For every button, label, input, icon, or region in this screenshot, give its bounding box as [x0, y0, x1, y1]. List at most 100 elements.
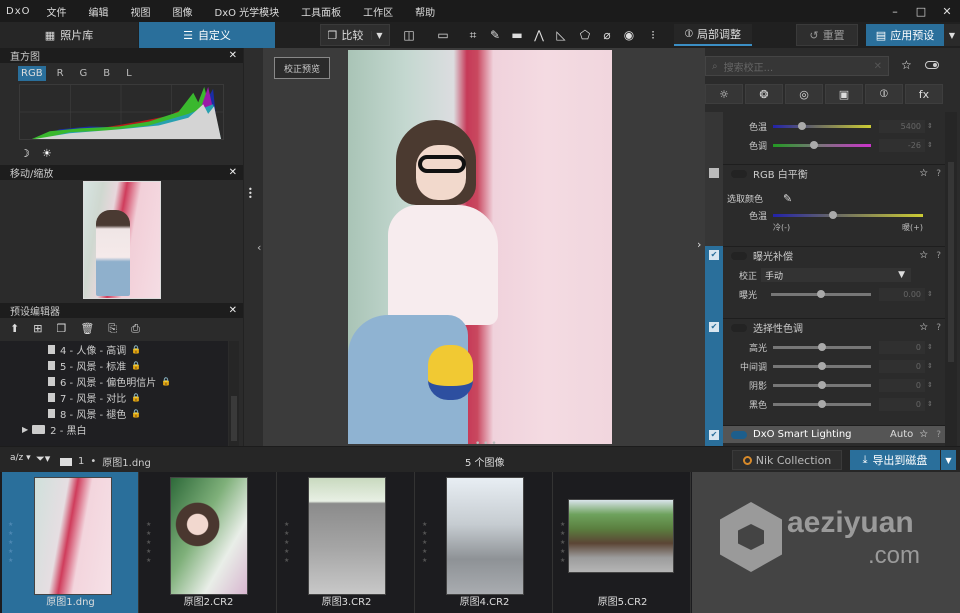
film-thumbnail[interactable]: ★ ★ ★ ★ ★ 原图1.dng	[2, 472, 139, 613]
spinner-icon[interactable]: ⇕	[927, 362, 933, 370]
new-preset-icon[interactable]: ⬆	[10, 322, 19, 336]
selective-tone-checkbox[interactable]: ✔	[709, 322, 719, 332]
channel-l[interactable]: L	[123, 66, 135, 81]
fx-icon[interactable]: fx	[905, 84, 943, 104]
compare-button[interactable]: ❐ 比较 ▼	[320, 24, 390, 46]
horizon-icon[interactable]: ▬	[508, 26, 526, 44]
slider-knob[interactable]	[817, 289, 825, 298]
slider-knob[interactable]	[829, 210, 837, 219]
geometry-icon[interactable]: ▣	[825, 84, 863, 104]
film-thumbnail[interactable]: ★ ★ ★ ★ ★ 原图3.CR2	[278, 472, 415, 613]
exposure-mode-dropdown[interactable]: 手动 ▼	[761, 268, 911, 282]
close-icon[interactable]: ✕	[229, 305, 237, 316]
channel-r[interactable]: R	[54, 66, 67, 81]
film-thumbnail[interactable]: ★ ★ ★ ★ ★ 原图5.CR2	[554, 472, 691, 613]
rating-stars[interactable]: ★ ★ ★ ★ ★	[146, 520, 151, 565]
temperature-slider[interactable]	[773, 121, 871, 130]
highlights-value[interactable]: 0	[879, 340, 925, 354]
slider-knob[interactable]	[798, 121, 807, 130]
help-icon[interactable]: ?	[936, 323, 941, 333]
favorites-star-icon[interactable]: ☆	[901, 58, 912, 72]
corrections-scrollbar[interactable]	[945, 112, 957, 446]
nik-collection-button[interactable]: Nik Collection	[732, 450, 842, 470]
menu-help[interactable]: 帮助	[415, 4, 435, 19]
sort-icon[interactable]: a/z ▾	[10, 453, 31, 463]
preset-item[interactable]: 7 - 风景 - 对比 🔒	[0, 389, 228, 405]
perspective-4pt-icon[interactable]: ◺	[552, 26, 570, 44]
toggle-switch[interactable]	[731, 251, 747, 260]
film-thumbnail[interactable]: ★ ★ ★ ★ ★ 原图2.CR2	[140, 472, 277, 613]
right-panel-splitter[interactable]: ›	[697, 48, 705, 446]
midtones-slider[interactable]	[773, 361, 871, 370]
tab-customize[interactable]: ☰ 自定义	[139, 22, 275, 48]
menu-workspace[interactable]: 工作区	[363, 4, 393, 19]
film-thumbnail[interactable]: ★ ★ ★ ★ ★ 原图4.CR2	[416, 472, 553, 613]
spinner-icon[interactable]: ⇕	[927, 381, 933, 389]
eyedropper-icon[interactable]: ✎	[486, 26, 504, 44]
channel-rgb[interactable]: RGB	[18, 66, 46, 81]
spinner-icon[interactable]: ⇕	[927, 122, 933, 130]
exposure-checkbox[interactable]: ✔	[709, 250, 719, 260]
export-to-disk-button[interactable]: ⤓ 导出到磁盘	[850, 450, 940, 470]
rgb-wb-header[interactable]: RGB 白平衡 ☆ ?	[723, 164, 945, 182]
main-photo[interactable]	[348, 50, 612, 444]
blacks-slider[interactable]	[773, 399, 871, 408]
correction-preview-button[interactable]: 校正预览	[274, 57, 330, 79]
sun-icon[interactable]: ☀	[42, 147, 52, 160]
shadows-slider[interactable]	[773, 380, 871, 389]
midtones-value[interactable]: 0	[879, 359, 925, 373]
chevron-right-icon[interactable]: ›	[697, 238, 701, 251]
spinner-icon[interactable]: ⇕	[927, 290, 933, 298]
chevron-left-icon[interactable]: ‹	[257, 241, 261, 254]
expand-arrow-icon[interactable]: ▶	[22, 425, 28, 434]
tint-value[interactable]: -26	[879, 138, 925, 152]
maximize-button[interactable]: □	[908, 5, 934, 18]
rgb-temp-slider[interactable]	[773, 210, 923, 219]
close-icon[interactable]: ✕	[229, 50, 237, 61]
menu-palettes[interactable]: 工具面板	[301, 4, 341, 19]
import-icon[interactable]: ⎘	[108, 322, 117, 336]
preset-item[interactable]: 4 - 人像 - 高调 🔒	[0, 341, 228, 357]
search-input[interactable]: ⌕ 搜索校正... ✕	[705, 56, 889, 76]
slider-knob[interactable]	[810, 140, 819, 149]
apply-preset-button[interactable]: ▤ 应用预设	[866, 24, 944, 46]
help-icon[interactable]: ?	[936, 251, 941, 261]
spinner-icon[interactable]: ⇕	[927, 400, 933, 408]
slider-knob[interactable]	[818, 399, 826, 408]
local-adjustments-button[interactable]: ⦶ 局部调整	[674, 24, 752, 46]
minimize-button[interactable]: –	[882, 5, 908, 18]
preset-folder[interactable]: ▶ 2 - 黑白	[0, 421, 228, 437]
preset-item[interactable]: 5 - 风景 - 标准 🔒	[0, 357, 228, 373]
local-icon[interactable]: ⦶	[865, 84, 903, 104]
smart-lighting-checkbox[interactable]: ✔	[709, 430, 719, 440]
eyedropper-icon[interactable]: ✎	[783, 192, 792, 205]
color-icon[interactable]: ❂	[745, 84, 783, 104]
drag-handle-icon[interactable]: • • •	[248, 186, 253, 202]
highlights-slider[interactable]	[773, 342, 871, 351]
spinner-icon[interactable]: ⇕	[927, 343, 933, 351]
duplicate-icon[interactable]: ❐	[56, 322, 66, 336]
moon-icon[interactable]: ☽	[20, 147, 30, 160]
toggle-switch[interactable]	[925, 61, 939, 69]
menu-view[interactable]: 视图	[131, 4, 151, 19]
new-preset-from-settings-icon[interactable]: ⊞	[33, 322, 42, 336]
tint-slider[interactable]	[773, 140, 871, 149]
help-icon[interactable]: ?	[936, 169, 941, 179]
navigator-thumbnail[interactable]	[83, 181, 161, 299]
filter-icon[interactable]: ⏷▾	[36, 452, 50, 466]
preset-tree-scrollbar[interactable]	[229, 341, 239, 446]
menu-edit[interactable]: 编辑	[89, 4, 109, 19]
delete-icon[interactable]: 🗑	[80, 322, 94, 336]
exposure-value[interactable]: 0.00	[879, 287, 925, 301]
toggle-switch[interactable]	[731, 430, 747, 439]
crop-icon[interactable]: ⌗	[464, 26, 482, 44]
export-dropdown[interactable]: ▼	[941, 450, 956, 470]
toggle-switch[interactable]	[731, 323, 747, 332]
slider-knob[interactable]	[818, 342, 826, 351]
menu-optics[interactable]: DxO 光学模块	[215, 4, 280, 19]
star-icon[interactable]: ☆	[919, 322, 928, 333]
rating-stars[interactable]: ★ ★ ★ ★ ★	[8, 520, 13, 565]
star-icon[interactable]: ☆	[919, 250, 928, 261]
close-button[interactable]: ✕	[934, 5, 960, 18]
toggle-switch[interactable]	[731, 169, 747, 178]
